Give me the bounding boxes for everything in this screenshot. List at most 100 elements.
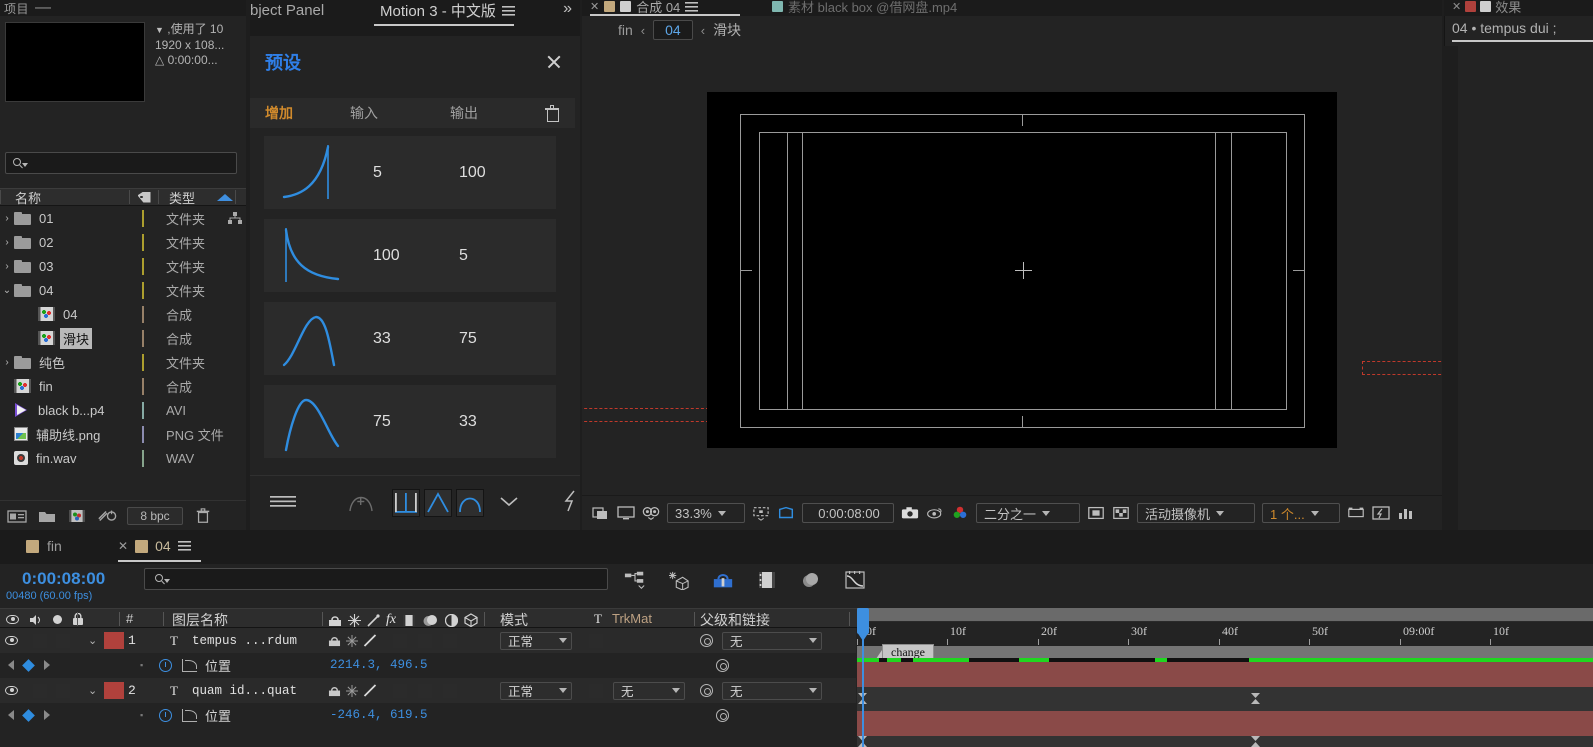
keyframe-marker[interactable] bbox=[1251, 736, 1260, 747]
project-item-纯色[interactable]: › 纯色 文件夹 bbox=[0, 350, 246, 374]
label-color-swatch[interactable] bbox=[142, 425, 144, 443]
transparency-grid-icon[interactable] bbox=[1087, 505, 1105, 521]
project-item-black b...p4[interactable]: black b...p4 AVI bbox=[0, 398, 246, 422]
dome-curve-icon[interactable] bbox=[456, 489, 484, 517]
pixel-aspect-icon[interactable] bbox=[1347, 505, 1365, 521]
label-color-swatch[interactable] bbox=[142, 209, 144, 227]
collapse-icon[interactable] bbox=[348, 613, 361, 627]
camera-icon[interactable] bbox=[901, 505, 919, 521]
triangle-curve-icon[interactable] bbox=[424, 489, 452, 517]
close-icon[interactable]: ✕ bbox=[118, 539, 128, 553]
disclosure-triangle-icon[interactable]: › bbox=[0, 261, 14, 272]
keyframe-toggle-icon[interactable] bbox=[22, 708, 35, 722]
pickwhip-icon[interactable] bbox=[700, 634, 713, 647]
property-name[interactable]: 位置 bbox=[205, 706, 231, 725]
minimize-icon[interactable]: — bbox=[35, 0, 51, 16]
show-snapshot-icon[interactable] bbox=[926, 505, 944, 521]
project-item-fin.wav[interactable]: fin.wav WAV bbox=[0, 446, 246, 470]
preset-row-1[interactable]: 100 5 bbox=[264, 219, 556, 292]
chevron-down-icon[interactable]: ▼ bbox=[155, 25, 164, 35]
project-item-04[interactable]: 04 合成 bbox=[0, 302, 246, 326]
keyframe-toggle-icon[interactable] bbox=[22, 658, 35, 672]
quality-icon[interactable] bbox=[363, 634, 377, 647]
frame-blend-icon[interactable] bbox=[402, 614, 416, 627]
3d-glasses-icon[interactable] bbox=[642, 505, 660, 521]
layer-name[interactable]: tempus ...rdum bbox=[192, 634, 297, 648]
preserve-transparency-toggle[interactable] bbox=[589, 633, 603, 648]
project-item-02[interactable]: › 02 文件夹 bbox=[0, 230, 246, 254]
label-color-swatch[interactable] bbox=[142, 257, 144, 275]
monitor-icon[interactable] bbox=[617, 505, 635, 521]
time-ruler[interactable]: 00f10f20f30f40f50f09:00f10f bbox=[857, 622, 1593, 646]
property-row[interactable]: ▪ 位置 -246.4, 619.5 bbox=[0, 703, 856, 727]
close-icon[interactable]: ✕ bbox=[590, 0, 599, 13]
quality-icon[interactable] bbox=[363, 684, 377, 697]
3d-layer-icon[interactable] bbox=[464, 613, 478, 627]
preset-output-value[interactable]: 5 bbox=[459, 247, 554, 265]
preset-input-value[interactable]: 100 bbox=[359, 247, 459, 265]
solo-toggle[interactable] bbox=[56, 683, 70, 698]
fast-preview-icon[interactable] bbox=[1372, 505, 1390, 521]
checkerboard-icon[interactable] bbox=[1112, 505, 1130, 521]
layer-bar-2[interactable] bbox=[857, 711, 1593, 736]
anchor-point-icon[interactable] bbox=[1015, 262, 1032, 279]
disclosure-triangle-icon[interactable]: › bbox=[0, 357, 14, 368]
breadcrumb-child[interactable]: 滑块 bbox=[713, 20, 741, 40]
channels-icon[interactable] bbox=[951, 505, 969, 521]
project-item-辅助线.png[interactable]: 辅助线.png PNG 文件 bbox=[0, 422, 246, 446]
parent-select[interactable]: 无 bbox=[722, 681, 822, 700]
label-color-swatch[interactable] bbox=[142, 305, 144, 323]
new-folder-icon[interactable] bbox=[37, 508, 57, 524]
tab-object-panel[interactable]: bject Panel bbox=[250, 2, 324, 19]
label-color-swatch[interactable] bbox=[142, 449, 144, 467]
bit-depth-button[interactable]: 8 bpc bbox=[127, 506, 183, 525]
hamburger-icon[interactable] bbox=[177, 541, 191, 551]
column-name[interactable]: 名称 bbox=[1, 188, 129, 207]
parent-select[interactable]: 无 bbox=[722, 631, 822, 650]
switch-box-1[interactable] bbox=[393, 683, 407, 698]
switch-box-1[interactable] bbox=[393, 633, 407, 648]
sort-ascending-icon[interactable] bbox=[217, 193, 234, 201]
project-item-01[interactable]: › 01 文件夹 bbox=[0, 206, 246, 230]
preset-output-value[interactable]: 75 bbox=[459, 330, 554, 348]
step-curve-icon[interactable] bbox=[392, 489, 420, 517]
keyframe-lane-1[interactable] bbox=[857, 687, 1593, 711]
eye-icon[interactable] bbox=[6, 615, 19, 624]
speaker-icon[interactable] bbox=[29, 614, 43, 626]
tab-motion3[interactable]: Motion 3 - 中文版 bbox=[380, 0, 515, 21]
playhead[interactable] bbox=[857, 608, 869, 747]
column-parent-link[interactable]: 父级和链接 bbox=[700, 610, 770, 630]
eye-icon[interactable] bbox=[5, 686, 18, 695]
disclosure-triangle-icon[interactable]: ⌄ bbox=[88, 684, 97, 697]
hamburger-icon[interactable] bbox=[685, 1, 699, 12]
shy-icon[interactable] bbox=[328, 635, 341, 647]
preset-row-2[interactable]: 33 75 bbox=[264, 302, 556, 375]
switch-box-2[interactable] bbox=[418, 633, 432, 648]
preset-input-value[interactable]: 33 bbox=[359, 330, 459, 348]
collapse-icon[interactable] bbox=[346, 634, 358, 647]
previous-keyframe-icon[interactable] bbox=[8, 660, 14, 670]
resolution-select[interactable]: 二分之一 bbox=[976, 503, 1080, 523]
label-color-swatch[interactable] bbox=[142, 281, 144, 299]
timeline-search-input[interactable] bbox=[144, 568, 608, 590]
preset-row-0[interactable]: 5 100 bbox=[264, 136, 556, 209]
chevron-down-icon[interactable] bbox=[498, 494, 520, 513]
new-folder-bin-icon[interactable] bbox=[7, 508, 27, 524]
breadcrumb-current[interactable]: 04 bbox=[653, 20, 693, 40]
project-item-list[interactable]: › 01 文件夹 › 02 文件夹 › 03 文件夹 ⌄ 04 文件夹 04 合成 滑块 合成 › 纯色 文件夹 fi… bbox=[0, 206, 246, 490]
current-time-field[interactable]: 0:00:08:00 bbox=[802, 503, 894, 523]
playhead-handle[interactable] bbox=[857, 608, 869, 634]
tag-icon[interactable] bbox=[130, 192, 158, 203]
preset-input-value[interactable]: 75 bbox=[359, 413, 459, 431]
composition-stage[interactable] bbox=[582, 44, 1442, 495]
table-row[interactable]: ⌄ 1 Ttempus ...rdum 正常 无 bbox=[0, 628, 856, 653]
region-of-interest-icon[interactable] bbox=[777, 505, 795, 521]
trash-icon[interactable] bbox=[193, 507, 213, 524]
work-area-bar[interactable] bbox=[857, 608, 1593, 622]
table-row[interactable]: ⌄ 2 Tquam id...quat 正常 无 无 bbox=[0, 678, 856, 703]
chevron-left-icon-2[interactable]: ‹ bbox=[701, 23, 705, 38]
layer-bar-1[interactable] bbox=[857, 662, 1593, 687]
trash-icon[interactable] bbox=[545, 105, 559, 122]
project-tabbar[interactable]: 项目 — bbox=[0, 0, 246, 16]
project-item-滑块[interactable]: 滑块 合成 bbox=[0, 326, 246, 350]
